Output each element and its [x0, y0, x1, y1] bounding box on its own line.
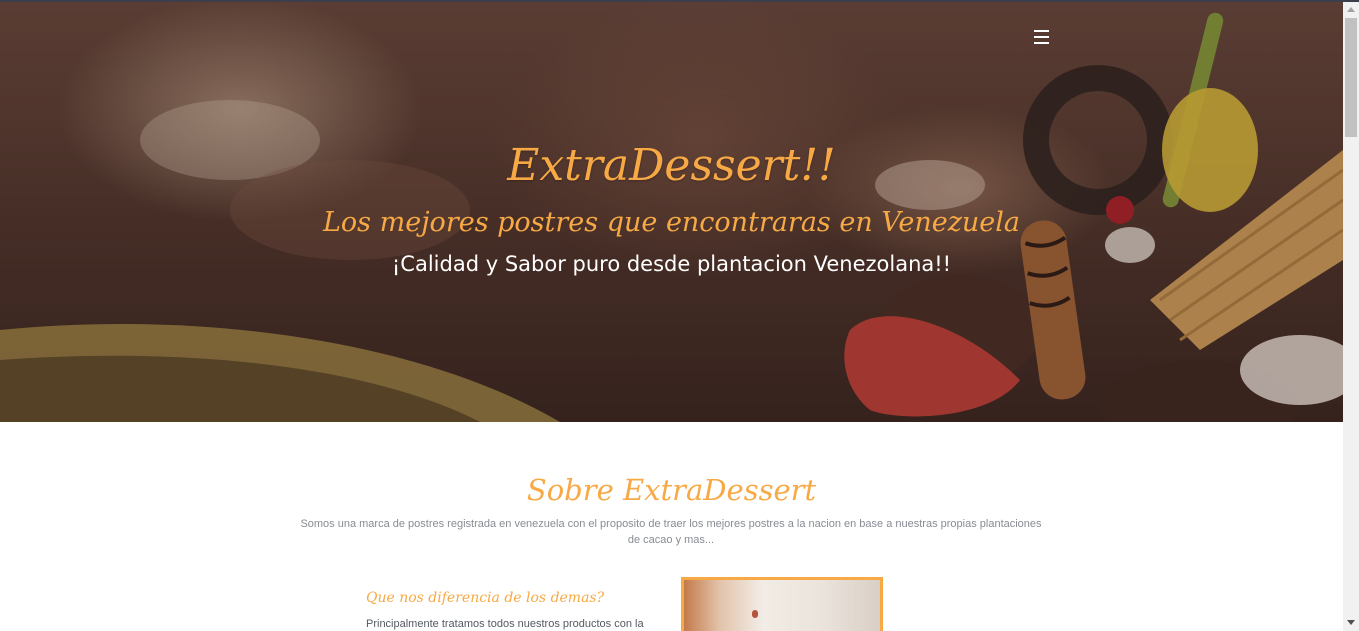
- about-title: Sobre ExtraDessert: [526, 473, 817, 507]
- menu-line: [1034, 42, 1049, 44]
- photo-detail: [752, 610, 758, 618]
- about-photo: [681, 577, 883, 631]
- hero-tagline: ¡Calidad y Sabor puro desde plantacion V…: [391, 252, 952, 276]
- menu-line: [1034, 30, 1049, 32]
- page-viewport: ExtraDessert!! Los mejores postres que e…: [0, 0, 1343, 631]
- about-description: Somos una marca de postres registrada en…: [300, 518, 1042, 546]
- scroll-up-arrow-icon[interactable]: [1343, 2, 1359, 18]
- hero-subtitle: Los mejores postres que encontraras en V…: [322, 207, 1021, 238]
- scroll-down-arrow-icon[interactable]: [1343, 615, 1359, 631]
- difference-heading: Que nos diferencia de los demas?: [366, 590, 605, 606]
- difference-text: Principalmente tratamos todos nuestros p…: [366, 618, 644, 630]
- vertical-scrollbar[interactable]: [1343, 0, 1359, 631]
- scrollbar-thumb[interactable]: [1345, 18, 1357, 137]
- menu-line: [1034, 36, 1049, 38]
- window-top-border: [0, 0, 1359, 2]
- hero-banner: ExtraDessert!! Los mejores postres que e…: [0, 0, 1343, 422]
- hero-title: ExtraDessert!!: [507, 140, 836, 191]
- hamburger-menu-icon[interactable]: [1034, 29, 1050, 45]
